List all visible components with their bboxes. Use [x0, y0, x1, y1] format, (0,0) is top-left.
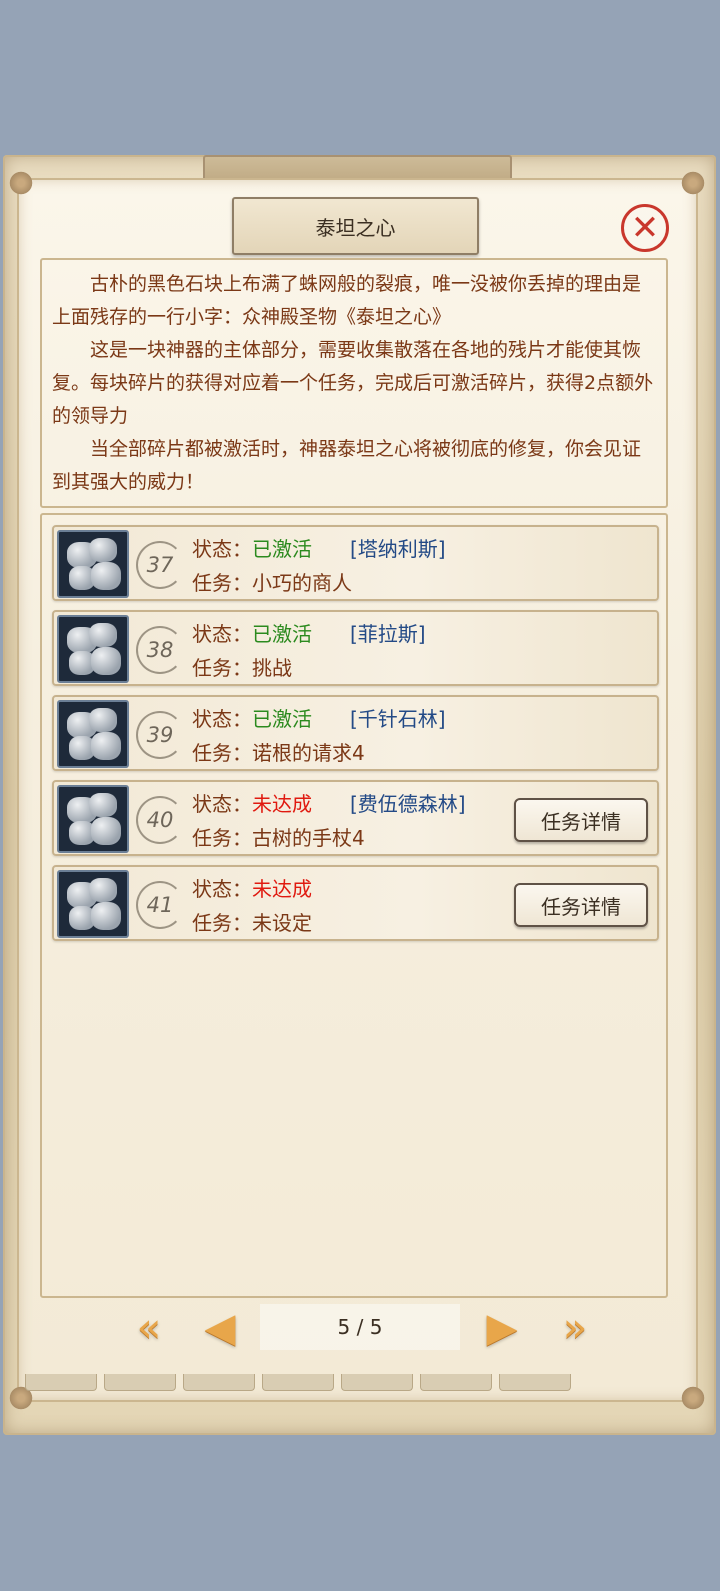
status-value: 已激活 — [252, 707, 312, 731]
fragment-number-badge: 40 — [136, 796, 184, 844]
status-value: 未达成 — [252, 792, 312, 816]
status-label: 状态： — [192, 622, 252, 646]
status-value: 已激活 — [252, 537, 312, 561]
page-indicator: 5 / 5 — [260, 1304, 460, 1350]
description-box: 古朴的黑色石块上布满了蛛网般的裂痕，唯一没被你丢掉的理由是上面残存的一行小字：众… — [40, 258, 668, 508]
fragment-number-badge: 39 — [136, 711, 184, 759]
close-button[interactable]: ✕ — [621, 204, 669, 252]
page-indicator-text: 5 / 5 — [337, 1315, 383, 1339]
tab-stub[interactable] — [341, 1374, 413, 1391]
task-value: 古树的手杖4 — [252, 826, 365, 850]
stone-fragment-icon — [57, 700, 129, 768]
status-value: 未达成 — [252, 877, 312, 901]
corner-ornament — [8, 170, 34, 196]
task-label: 任务： — [192, 826, 252, 850]
stone-fragment-icon — [57, 615, 129, 683]
fragment-number: 40 — [146, 808, 174, 832]
fragment-number-badge: 37 — [136, 541, 184, 589]
task-value: 未设定 — [252, 911, 312, 935]
tab-stub[interactable] — [183, 1374, 255, 1391]
task-line: 任务：挑战 — [192, 652, 292, 681]
status-label: 状态： — [192, 707, 252, 731]
location-link[interactable]: [费伍德森林] — [350, 788, 466, 817]
status-line: 状态：已激活 [千针石林] — [192, 703, 446, 732]
stone-fragment-icon — [57, 530, 129, 598]
status-line: 状态：已激活 [菲拉斯] — [192, 618, 426, 647]
bottom-tab-strip — [25, 1374, 585, 1391]
task-detail-button[interactable]: 任务详情 — [514, 883, 648, 927]
fragment-row[interactable]: 38 状态：已激活 [菲拉斯] 任务：挑战 — [52, 610, 659, 686]
fragment-row[interactable]: 39 状态：已激活 [千针石林] 任务：诺根的请求4 — [52, 695, 659, 771]
description-paragraph: 当全部碎片都被激活时，神器泰坦之心将被彻底的修复，你会见证到其强大的威力！ — [52, 438, 642, 493]
fragment-row[interactable]: 37 状态：已激活 [塔纳利斯] 任务：小巧的商人 — [52, 525, 659, 601]
task-line: 任务：古树的手杖4 — [192, 822, 365, 851]
tab-stub[interactable] — [499, 1374, 571, 1391]
status-label: 状态： — [192, 537, 252, 561]
fragment-number: 37 — [146, 553, 174, 577]
status-value: 已激活 — [252, 622, 312, 646]
tab-stub[interactable] — [420, 1374, 492, 1391]
first-page-button[interactable]: « — [122, 1305, 176, 1351]
status-line: 状态：未达成 [费伍德森林] — [192, 788, 466, 817]
task-label: 任务： — [192, 741, 252, 765]
dialog-title-text: 泰坦之心 — [315, 215, 396, 240]
fragment-number-badge: 41 — [136, 881, 184, 929]
status-line: 状态：未达成 — [192, 873, 312, 902]
task-value: 小巧的商人 — [252, 571, 352, 595]
corner-ornament — [680, 170, 706, 196]
triangle-left-icon: ◀ — [204, 1305, 236, 1351]
task-detail-label: 任务详情 — [541, 809, 621, 834]
status-line: 状态：已激活 [塔纳利斯] — [192, 533, 446, 562]
task-detail-button[interactable]: 任务详情 — [514, 798, 648, 842]
task-label: 任务： — [192, 571, 252, 595]
task-value: 挑战 — [252, 656, 292, 680]
task-line: 任务：未设定 — [192, 907, 312, 936]
location-link[interactable]: [千针石林] — [350, 703, 446, 732]
fragment-row[interactable]: 41 状态：未达成 任务：未设定 任务详情 — [52, 865, 659, 941]
next-page-button[interactable]: ▶ — [474, 1305, 530, 1351]
last-page-button[interactable]: » — [548, 1305, 602, 1351]
close-icon: ✕ — [630, 208, 660, 248]
double-chevron-right-icon: » — [562, 1305, 588, 1351]
location-link[interactable]: [菲拉斯] — [350, 618, 426, 647]
task-label: 任务： — [192, 911, 252, 935]
fragment-number: 39 — [146, 723, 174, 747]
status-label: 状态： — [192, 792, 252, 816]
tab-stub[interactable] — [104, 1374, 176, 1391]
dialog-title: 泰坦之心 — [232, 197, 479, 255]
status-label: 状态： — [192, 877, 252, 901]
stone-fragment-icon — [57, 785, 129, 853]
task-label: 任务： — [192, 656, 252, 680]
task-line: 任务：诺根的请求4 — [192, 737, 365, 766]
triangle-right-icon: ▶ — [486, 1305, 518, 1351]
location-link[interactable]: [塔纳利斯] — [350, 533, 446, 562]
fragment-row[interactable]: 40 状态：未达成 [费伍德森林] 任务：古树的手杖4 任务详情 — [52, 780, 659, 856]
description-paragraph: 古朴的黑色石块上布满了蛛网般的裂痕，唯一没被你丢掉的理由是上面残存的一行小字：众… — [52, 273, 642, 328]
task-line: 任务：小巧的商人 — [192, 567, 352, 596]
fragment-number: 41 — [146, 893, 174, 917]
fragment-list: 37 状态：已激活 [塔纳利斯] 任务：小巧的商人 38 状态：已激活 [菲拉斯… — [40, 513, 668, 1298]
description-paragraph: 这是一块神器的主体部分，需要收集散落在各地的残片才能使其恢复。每块碎片的获得对应… — [52, 339, 654, 427]
tab-stub[interactable] — [262, 1374, 334, 1391]
tab-stub[interactable] — [25, 1374, 97, 1391]
task-value: 诺根的请求4 — [252, 741, 365, 765]
stone-fragment-icon — [57, 870, 129, 938]
prev-page-button[interactable]: ◀ — [192, 1305, 248, 1351]
task-detail-label: 任务详情 — [541, 894, 621, 919]
corner-ornament — [680, 1385, 706, 1411]
fragment-number-badge: 38 — [136, 626, 184, 674]
fragment-number: 38 — [146, 638, 174, 662]
double-chevron-left-icon: « — [136, 1305, 162, 1351]
